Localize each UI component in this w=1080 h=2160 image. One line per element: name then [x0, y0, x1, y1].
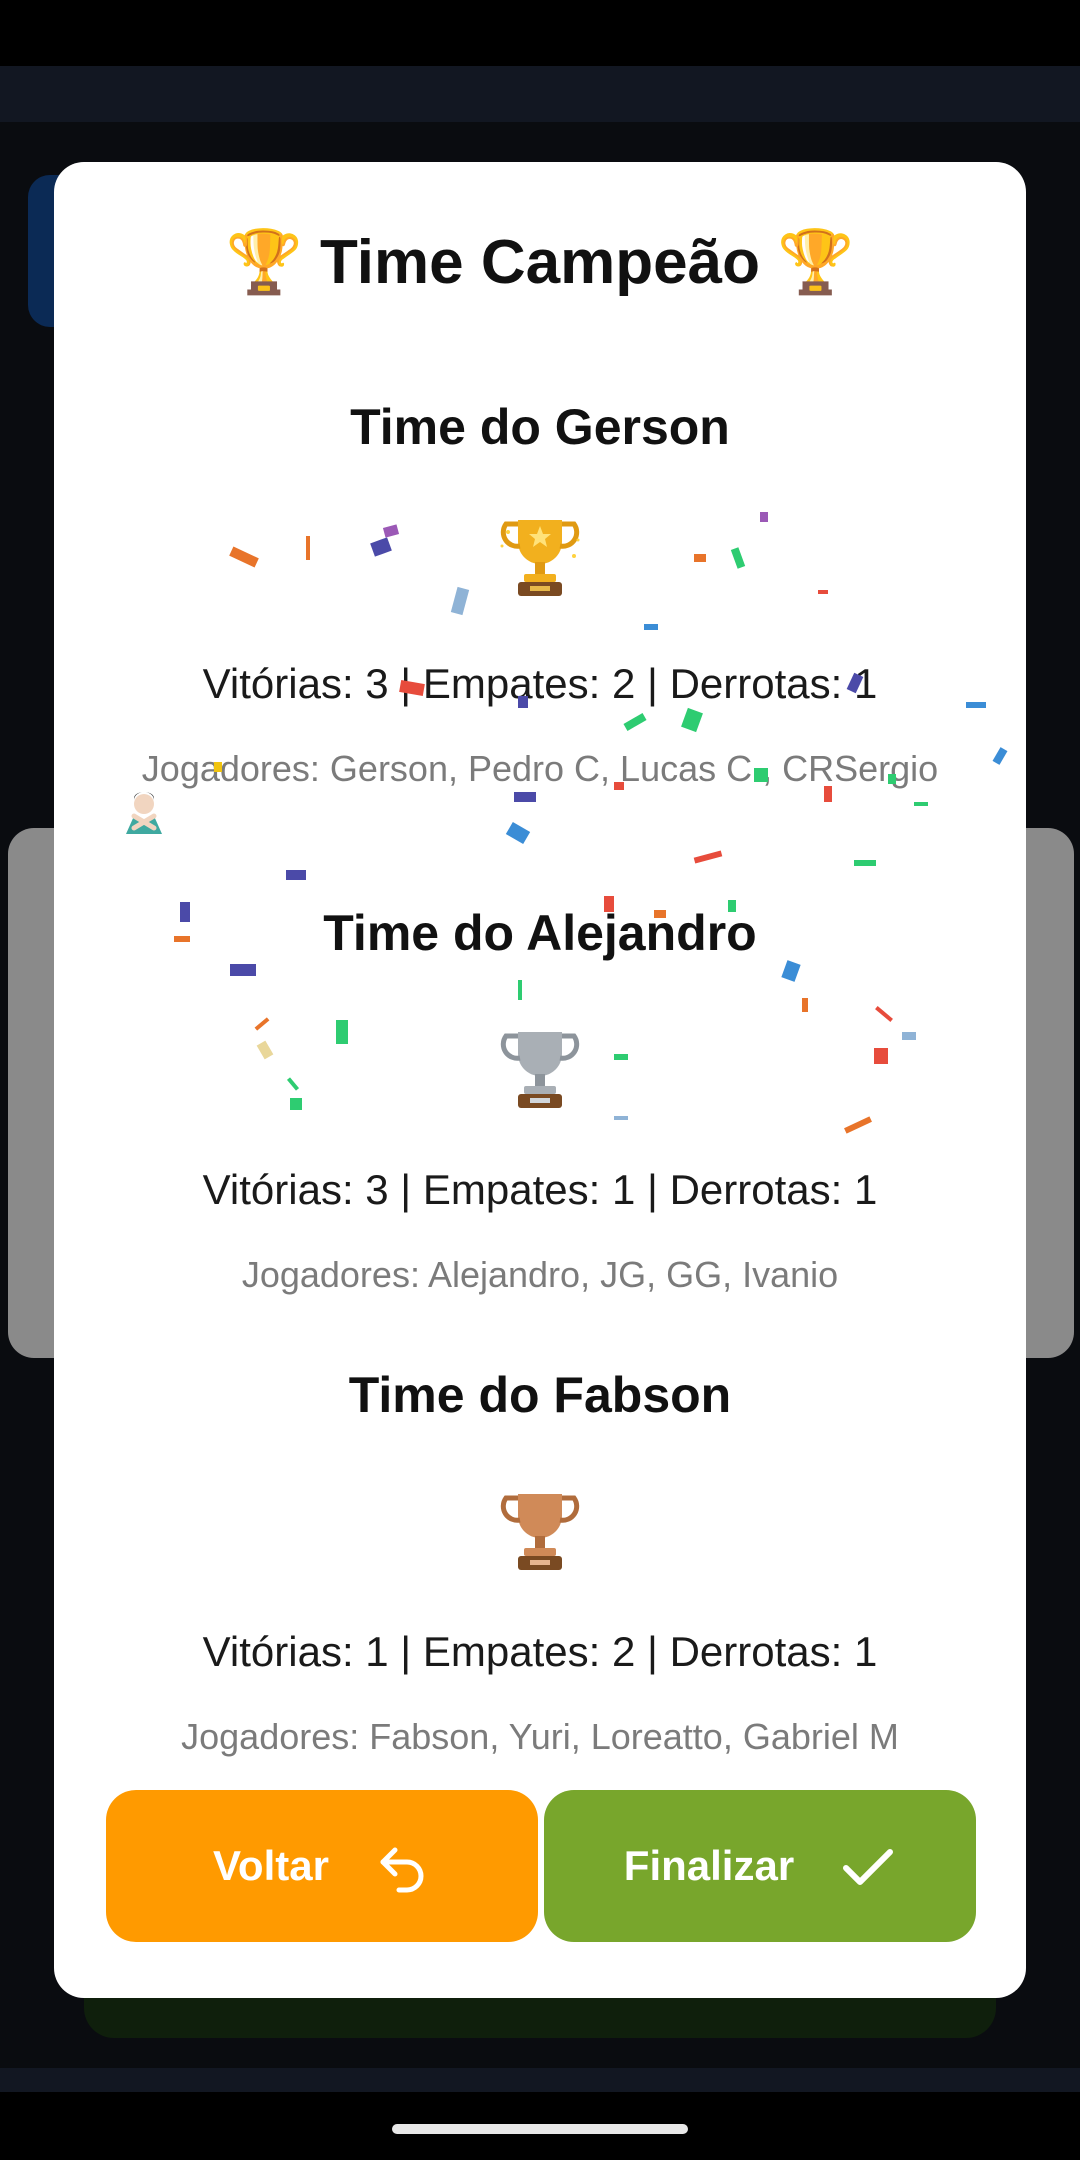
back-button-label: Voltar — [213, 1842, 329, 1889]
team-stats-fabson: Vitórias: 1 | Empates: 2 | Derrotas: 1 — [202, 1628, 878, 1675]
checkmark-icon — [843, 1849, 894, 1885]
team-players-alejandro: Jogadores: Alejandro, JG, GG, Ivanio — [241, 1254, 839, 1295]
team-name-gerson: Time do Gerson — [350, 399, 730, 455]
dialog-title: 🏆 Time Campeão 🏆 — [225, 228, 855, 297]
silver-trophy-icon — [500, 1032, 580, 1108]
team-name-fabson: Time do Fabson — [348, 1367, 732, 1423]
team-name-alejandro: Time do Alejandro — [323, 905, 757, 961]
team-stats-alejandro: Vitórias: 3 | Empates: 1 | Derrotas: 1 — [202, 1166, 878, 1213]
finish-button[interactable]: Finalizar — [544, 1790, 976, 1942]
undo-arrow-icon — [380, 1847, 424, 1893]
finish-button-label: Finalizar — [623, 1842, 795, 1889]
bronze-trophy-icon — [500, 1494, 580, 1570]
bottom-strip — [0, 2068, 1080, 2092]
gold-trophy-icon — [500, 520, 580, 596]
person-gesturing-no-icon — [126, 792, 162, 834]
champion-dialog: 🏆 Time Campeão 🏆 Time do Gerson Vitórias… — [54, 162, 1026, 1998]
status-bar — [0, 0, 1080, 66]
home-indicator[interactable] — [392, 2124, 688, 2134]
team-players-fabson: Jogadores: Fabson, Yuri, Loreatto, Gabri… — [181, 1716, 899, 1757]
team-players-gerson: Jogadores: Gerson, Pedro C, Lucas C., CR… — [141, 748, 939, 789]
back-button[interactable]: Voltar — [106, 1790, 538, 1942]
team-stats-gerson: Vitórias: 3 | Empates: 2 | Derrotas: 1 — [202, 660, 878, 707]
app-bar — [0, 66, 1080, 122]
